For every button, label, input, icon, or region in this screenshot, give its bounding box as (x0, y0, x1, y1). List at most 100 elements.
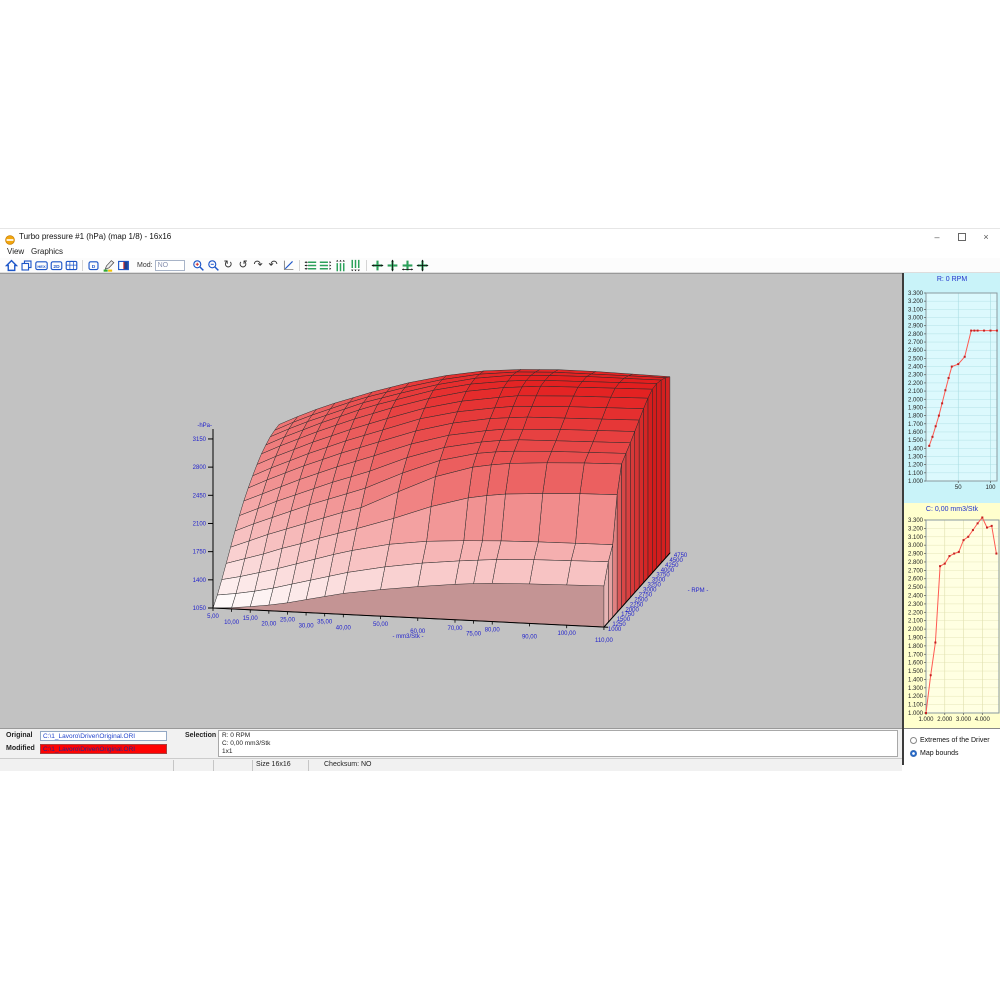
svg-text:- mm3/Stk -: - mm3/Stk - (393, 634, 424, 640)
svg-text:3.200: 3.200 (908, 526, 924, 532)
compare-view-button[interactable] (116, 259, 131, 272)
svg-text:4750: 4750 (674, 553, 688, 559)
mod-label: Mod: (137, 262, 153, 269)
chart-line-button[interactable] (281, 259, 296, 272)
original-path-field[interactable]: C:\1_Lavoro\Driver\Original.ORI (40, 731, 167, 741)
svg-text:2.200: 2.200 (908, 610, 924, 616)
status-size: Size 16x16 (256, 761, 291, 768)
svg-text:1.400: 1.400 (908, 446, 924, 452)
svg-text:2.200: 2.200 (908, 381, 924, 387)
surface-plot-canvas[interactable]: 1050140017502100245028003150-hPa-5,0010,… (0, 273, 902, 728)
rotate-ccw-button[interactable]: ↺ (236, 259, 251, 272)
selection-size: 1x1 (222, 748, 894, 756)
svg-text:2.300: 2.300 (908, 373, 924, 379)
menu-view[interactable]: View (7, 247, 24, 256)
svg-text:1.000: 1.000 (918, 717, 934, 723)
interp-vertical-button[interactable] (385, 259, 400, 272)
svg-text:3.300: 3.300 (908, 518, 924, 524)
close-button[interactable]: × (979, 230, 993, 244)
statusbar-divider (213, 760, 214, 771)
minimize-button[interactable]: – (930, 230, 944, 244)
svg-text:1.100: 1.100 (908, 471, 924, 477)
side-profile-column: R: 0 RPM 1.0001.1001.2001.3001.4001.5001… (902, 273, 1000, 765)
svg-text:2.800: 2.800 (908, 332, 924, 338)
svg-text:1.700: 1.700 (908, 422, 924, 428)
svg-text:1.500: 1.500 (908, 438, 924, 444)
mod-input[interactable]: NO (155, 260, 185, 271)
radio-extremes-label: Extremes of the Driver (920, 737, 990, 744)
maximize-button[interactable] (955, 230, 969, 244)
svg-text:50: 50 (955, 485, 962, 491)
svg-text:5,00: 5,00 (207, 614, 219, 620)
home-button[interactable] (4, 259, 19, 272)
svg-text:2.900: 2.900 (908, 552, 924, 558)
svg-text:1.100: 1.100 (908, 703, 924, 709)
zoom-in-button[interactable] (191, 259, 206, 272)
edit-pencil-button[interactable] (101, 259, 116, 272)
statusbar-divider (173, 760, 174, 771)
rotate-up-button[interactable]: ↶ (266, 259, 281, 272)
interp-all-button[interactable] (415, 259, 430, 272)
hex-view-button[interactable]: HEX (34, 259, 49, 272)
2d-view-button[interactable]: 2D (49, 259, 64, 272)
svg-text:1.000: 1.000 (908, 479, 924, 485)
menubar: View Graphics (0, 246, 1000, 258)
svg-text:-hPa-: -hPa- (197, 423, 212, 429)
modified-label: Modified (6, 745, 35, 752)
svg-text:75,00: 75,00 (466, 632, 482, 638)
svg-text:1400: 1400 (193, 578, 207, 584)
svg-text:3.100: 3.100 (908, 307, 924, 313)
bounds-options: Extremes of the Driver Map bounds (904, 728, 1000, 765)
svg-text:1.900: 1.900 (908, 405, 924, 411)
svg-text:4.000: 4.000 (975, 717, 991, 723)
svg-text:2.400: 2.400 (908, 365, 924, 371)
table-view-button[interactable] (64, 259, 79, 272)
rotate-cw-button[interactable]: ↻ (221, 259, 236, 272)
toolbar-separator (366, 260, 367, 271)
svg-text:20,00: 20,00 (261, 622, 277, 628)
svg-text:2.000: 2.000 (937, 717, 953, 723)
column-profile-chart[interactable]: 1.0001.1001.2001.3001.4001.5001.6001.700… (904, 503, 1000, 728)
svg-text:2.700: 2.700 (908, 340, 924, 346)
svg-text:3.300: 3.300 (908, 291, 924, 297)
rows-shift-right-button[interactable] (318, 259, 333, 272)
radio-map-bounds[interactable]: Map bounds (910, 748, 959, 758)
interp-horizontal-button[interactable] (370, 259, 385, 272)
svg-text:25,00: 25,00 (280, 618, 296, 624)
svg-text:30,00: 30,00 (299, 624, 315, 630)
menu-graphics[interactable]: Graphics (31, 247, 63, 256)
modified-path-field[interactable]: C:\1_Lavoro\Driver\Original.ORI (40, 744, 167, 754)
data-box-button[interactable]: D (86, 259, 101, 272)
svg-text:2.100: 2.100 (908, 619, 924, 625)
rows-shift-left-button[interactable] (303, 259, 318, 272)
row-profile-chart[interactable]: 1.0001.1001.2001.3001.4001.5001.6001.700… (904, 273, 1000, 503)
selection-info-box: R: 0 RPM C: 0,00 mm3/Stk 1x1 (218, 730, 898, 757)
row-profile-panel: R: 0 RPM 1.0001.1001.2001.3001.4001.5001… (904, 273, 1000, 503)
surface-3d-chart: 1050140017502100245028003150-hPa-5,0010,… (0, 274, 902, 729)
cols-shift-down-button[interactable] (348, 259, 363, 272)
zoom-out-button[interactable] (206, 259, 221, 272)
svg-text:- RPM -: - RPM - (688, 588, 709, 594)
app-icon (5, 232, 15, 242)
radio-off-icon (910, 737, 917, 744)
rotate-down-button[interactable]: ↷ (251, 259, 266, 272)
svg-text:1.900: 1.900 (908, 635, 924, 641)
window-title: Turbo pressure #1 (hPa) (map 1/8) - 16x1… (19, 232, 171, 241)
svg-text:40,00: 40,00 (336, 625, 352, 631)
svg-text:10,00: 10,00 (224, 620, 240, 626)
cols-shift-up-button[interactable] (333, 259, 348, 272)
svg-text:HEX: HEX (37, 263, 46, 268)
interp-row-button[interactable] (400, 259, 415, 272)
svg-text:3.000: 3.000 (908, 543, 924, 549)
toolbar-separator (82, 260, 83, 271)
svg-text:3.000: 3.000 (908, 316, 924, 322)
svg-text:3.100: 3.100 (908, 535, 924, 541)
toolbar: HEX2D D Mod:NO ↻↺↷↶ (0, 258, 1000, 273)
svg-text:2100: 2100 (193, 521, 207, 527)
svg-text:2.300: 2.300 (908, 602, 924, 608)
svg-text:2.600: 2.600 (908, 577, 924, 583)
copy-button[interactable] (19, 259, 34, 272)
svg-text:1.800: 1.800 (908, 644, 924, 650)
toolbar-separator (299, 260, 300, 271)
radio-extremes-of-driver[interactable]: Extremes of the Driver (910, 735, 990, 745)
